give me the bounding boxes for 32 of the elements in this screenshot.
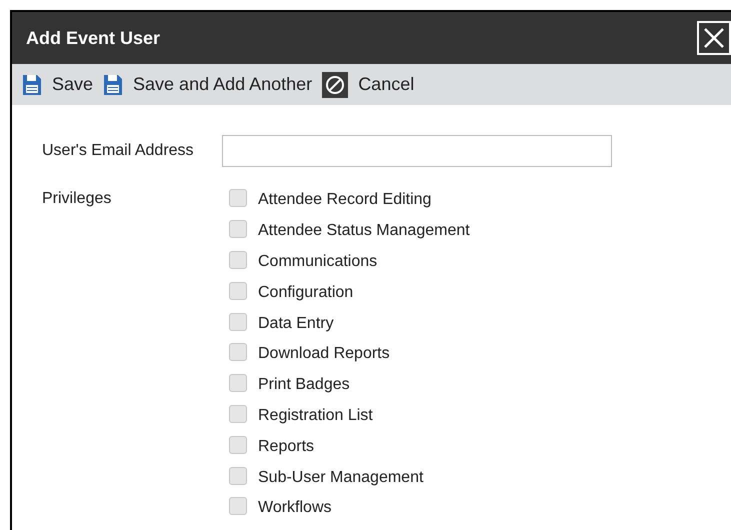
checkbox-label: Configuration — [258, 282, 354, 303]
checkbox[interactable] — [229, 343, 247, 362]
close-icon — [702, 26, 726, 50]
checkbox-label: Workflows — [258, 498, 332, 518]
checkbox[interactable] — [229, 282, 247, 300]
field-label: User's Email Address — [42, 141, 195, 161]
email-field[interactable] — [222, 135, 612, 167]
checkbox-label: Data Entry — [258, 314, 334, 334]
checkbox-label: Attendee Record Editing — [258, 190, 432, 210]
checkbox-label: Communications — [258, 252, 378, 272]
checkbox-label: Registration List — [258, 406, 373, 426]
checkbox[interactable] — [229, 497, 247, 516]
field-label: Privileges — [42, 189, 112, 209]
save-button[interactable]: Save and Add Another — [103, 71, 312, 98]
checkbox[interactable] — [229, 404, 247, 423]
save-button[interactable]: Save — [22, 71, 94, 98]
checkbox-label: Download Reports — [258, 344, 390, 364]
checkbox[interactable] — [229, 189, 247, 208]
cancel-icon — [322, 72, 348, 98]
window-title: Add Event User — [26, 26, 160, 50]
checkbox[interactable] — [229, 220, 247, 238]
checkbox-label: Sub-User Management — [258, 468, 424, 488]
checkbox[interactable] — [229, 374, 247, 392]
cancel-button[interactable]: Cancel — [322, 71, 414, 98]
checkbox[interactable] — [229, 312, 247, 331]
checkbox-label: Print Badges — [258, 375, 350, 396]
checkbox-label: Attendee Status Management — [258, 221, 470, 242]
checkbox[interactable] — [229, 466, 247, 485]
checkbox[interactable] — [229, 436, 247, 454]
close-button[interactable] — [697, 21, 731, 55]
checkbox-label: Reports — [258, 436, 314, 457]
checkbox[interactable] — [229, 250, 247, 269]
